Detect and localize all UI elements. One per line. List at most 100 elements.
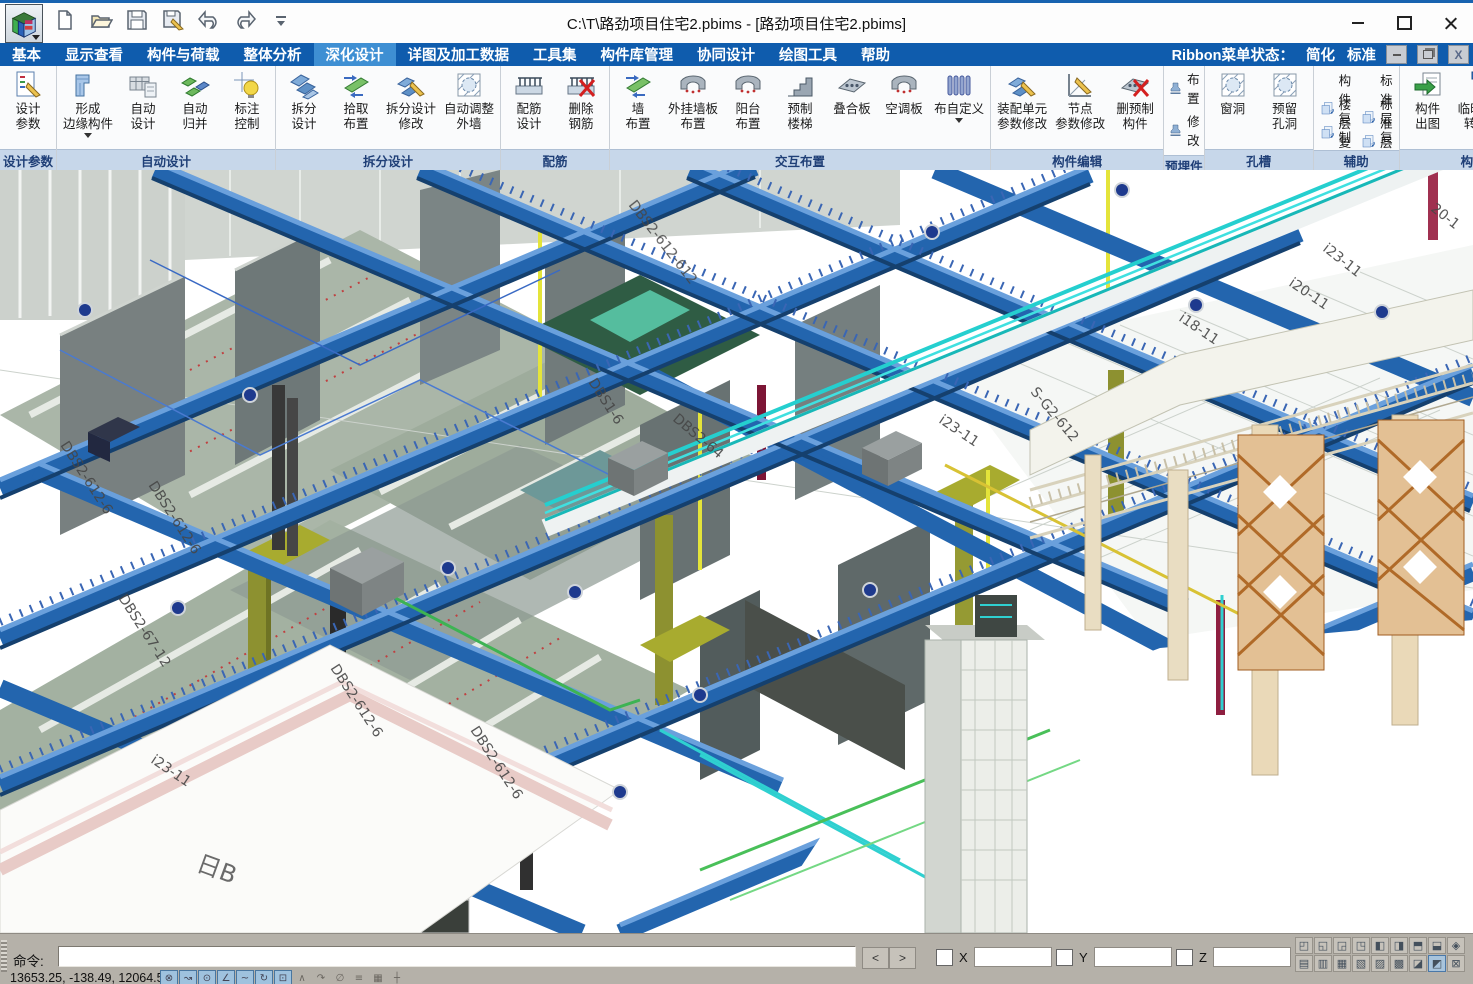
stair-icon — [785, 70, 815, 100]
view-top-button[interactable]: ⬒ — [1409, 937, 1427, 954]
auto-merge-button[interactable]: 自动 归并 — [169, 67, 221, 132]
tab-collaborative-design[interactable]: 协同设计 — [685, 43, 767, 66]
view-info-button[interactable]: ⊠ — [1447, 955, 1465, 972]
zoom-window-button[interactable]: ▦ — [1333, 955, 1351, 972]
ribbon-state-simplified[interactable]: 简化 — [1306, 44, 1335, 65]
toolbar-drag-handle[interactable] — [1, 940, 7, 972]
osnap-toggle[interactable]: ⊙ — [198, 970, 216, 984]
y-axis-checkbox[interactable] — [1056, 949, 1073, 966]
crosshair-toggle[interactable]: ┼ — [388, 970, 406, 984]
ribbon-state-label: Ribbon菜单状态： — [1172, 44, 1294, 65]
arc-toggle[interactable]: ↷ — [312, 970, 330, 984]
delete-rebar-icon — [566, 70, 596, 100]
midpoint-snap-toggle[interactable]: ⊡ — [274, 970, 292, 984]
command-input[interactable] — [58, 946, 856, 967]
vertex-toggle[interactable]: ∧ — [293, 970, 311, 984]
doc-restore-icon — [1423, 50, 1433, 59]
tab-drawing-tools[interactable]: 绘图工具 — [767, 43, 849, 66]
delete-precast-member-button[interactable]: 删预制 构件 — [1109, 67, 1161, 132]
form-edge-member-button[interactable]: 形成 边缘构件 — [59, 67, 117, 138]
composite-slab-button[interactable]: 叠合板 — [826, 67, 878, 117]
z-axis-checkbox[interactable] — [1176, 949, 1193, 966]
assembly-unit-params-button[interactable]: 装配单元 参数修改 — [993, 67, 1051, 132]
viewport-3d-model[interactable]: DBS2-612-6 DBS2-612-6 DBS2-612-6 DBS2-61… — [0, 170, 1473, 933]
tab-component-library[interactable]: 构件库管理 — [589, 43, 686, 66]
auto-adjust-outer-wall-button[interactable]: 自动调整 外墙 — [440, 67, 498, 132]
history-prev-button[interactable]: < — [862, 947, 889, 969]
ribbon-state-standard[interactable]: 标准 — [1347, 44, 1376, 65]
z-axis-input[interactable] — [1213, 947, 1291, 967]
snap-toggles: ⊗ ↝ ⊙ ∠ ~ ↻ ⊡ ∧ ↷ ∅ ≡ ▦ ┼ — [160, 970, 406, 984]
minimize-button[interactable] — [1335, 3, 1381, 43]
dropdown-arrow-icon — [955, 118, 963, 123]
split-design-edit-button[interactable]: 拆分设计 修改 — [382, 67, 440, 132]
custom-layout-button[interactable]: 布自定义 — [930, 67, 988, 123]
rotate-view-button[interactable]: ▨ — [1371, 955, 1389, 972]
polar-toggle[interactable]: ↝ — [179, 970, 197, 984]
precast-stair-button[interactable]: 预制 楼梯 — [774, 67, 826, 132]
view-iso-ne-button[interactable]: ◱ — [1314, 937, 1332, 954]
cladding-panel-layout-button[interactable]: 外挂墙板 布置 — [664, 67, 722, 132]
tab-detailed-design[interactable]: 深化设计 — [314, 43, 396, 66]
window-opening-button[interactable]: 窗洞 — [1207, 67, 1259, 117]
tab-basic[interactable]: 基本 — [0, 43, 53, 66]
tab-help[interactable]: 帮助 — [849, 43, 902, 66]
snap-toggle[interactable]: ⊗ — [160, 970, 178, 984]
embed-edit-icon — [1168, 123, 1183, 138]
temp-drawing-to-dwg-button[interactable]: 临时图纸 转Dwg — [1454, 67, 1473, 132]
model-viewport[interactable]: DBS2-612-6 DBS2-612-6 DBS2-612-6 DBS2-61… — [0, 170, 1473, 933]
shade-mode-button[interactable]: ◪ — [1409, 955, 1427, 972]
view-left-button[interactable]: ◧ — [1371, 937, 1389, 954]
zoom-previous-button[interactable]: ▧ — [1352, 955, 1370, 972]
wireframe-mode-button[interactable]: ◩ — [1428, 955, 1446, 972]
reserved-hole-button[interactable]: 预留 孔洞 — [1259, 67, 1311, 132]
tab-display-view[interactable]: 显示查看 — [53, 43, 135, 66]
x-axis-input[interactable] — [974, 947, 1052, 967]
view-right-button[interactable]: ◨ — [1390, 937, 1408, 954]
layers-toggle[interactable]: ≡ — [350, 970, 368, 984]
pick-layout-button[interactable]: 拾取 布置 — [330, 67, 382, 132]
angle-snap-toggle[interactable]: ∠ — [217, 970, 235, 984]
balcony-layout-button[interactable]: 阳台 布置 — [722, 67, 774, 132]
zoom-extents-button[interactable]: ▤ — [1295, 955, 1313, 972]
doc-minimize-button[interactable] — [1386, 45, 1407, 64]
view-iso-sw-button[interactable]: ◳ — [1352, 937, 1370, 954]
annotation-control-button[interactable]: 标注 控制 — [221, 67, 273, 132]
view-iso-se-button[interactable]: ◲ — [1333, 937, 1351, 954]
maximize-button[interactable] — [1381, 3, 1427, 43]
doc-close-button[interactable]: X — [1448, 45, 1469, 64]
application-window: C:\T\路劲项目住宅2.pbims - [路劲项目住宅2.pbims] 基本 … — [0, 0, 1473, 984]
doc-restore-button[interactable] — [1417, 45, 1438, 64]
close-button[interactable] — [1427, 3, 1473, 43]
pan-button[interactable]: ▥ — [1314, 955, 1332, 972]
split-design-button[interactable]: 拆分 设计 — [278, 67, 330, 132]
embed-edit-button[interactable]: 修改 — [1168, 111, 1200, 149]
node-params-button[interactable]: 节点 参数修改 — [1051, 67, 1109, 132]
design-params-button[interactable]: 设计 参数 — [2, 67, 54, 132]
view-perspective-button[interactable]: ◈ — [1447, 937, 1465, 954]
disable-snap-toggle[interactable]: ∅ — [331, 970, 349, 984]
view-iso-nw-button[interactable]: ◰ — [1295, 937, 1313, 954]
tab-members-loads[interactable]: 构件与荷载 — [135, 43, 232, 66]
tab-detail-data[interactable]: 详图及加工数据 — [396, 43, 522, 66]
delete-rebar-button[interactable]: 删除 钢筋 — [555, 67, 607, 132]
x-axis-checkbox[interactable] — [936, 949, 953, 966]
view-bottom-button[interactable]: ⬓ — [1428, 937, 1446, 954]
curve-snap-toggle[interactable]: ~ — [236, 970, 254, 984]
auto-design-button[interactable]: 自动 设计 — [117, 67, 169, 132]
member-drawing-export-button[interactable]: 构件 出图 — [1402, 67, 1454, 132]
rebar-design-button[interactable]: 配筋 设计 — [503, 67, 555, 132]
history-next-button[interactable]: > — [889, 947, 916, 969]
y-axis-input[interactable] — [1094, 947, 1172, 967]
grid-toggle[interactable]: ▦ — [369, 970, 387, 984]
tab-global-analysis[interactable]: 整体分析 — [232, 43, 314, 66]
tab-toolset[interactable]: 工具集 — [521, 43, 589, 66]
annotation-control-icon — [232, 70, 262, 100]
orbit-button[interactable]: ▩ — [1390, 955, 1408, 972]
track-toggle[interactable]: ↻ — [255, 970, 273, 984]
embed-place-button[interactable]: 布置 — [1168, 69, 1200, 107]
wall-layout-button[interactable]: 墙 布置 — [612, 67, 664, 132]
ac-slab-button[interactable]: 空调板 — [878, 67, 930, 117]
y-axis-label: Y — [1079, 950, 1088, 965]
group-label: 拆分设计 — [276, 149, 500, 170]
